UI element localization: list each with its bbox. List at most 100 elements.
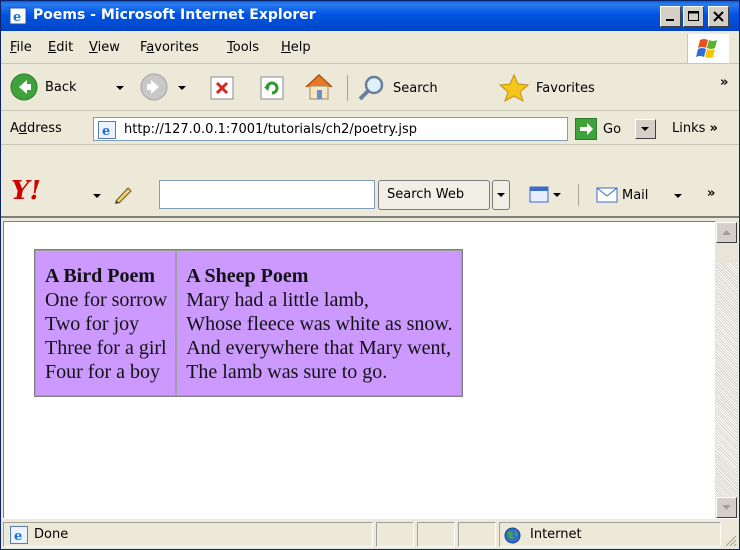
page-done-icon: e (10, 526, 28, 548)
refresh-button[interactable] (259, 75, 285, 101)
close-button[interactable] (708, 6, 729, 27)
sheep-poem-cell: A Sheep Poem Mary had a little lamb, Who… (176, 250, 462, 396)
page-content: A Bird Poem One for sorrow Two for joy T… (3, 221, 715, 518)
scroll-track[interactable] (716, 263, 737, 497)
links-overflow: » (709, 121, 718, 136)
forward-history-dropdown[interactable] (178, 86, 186, 90)
windows-flag-icon (687, 34, 729, 63)
mail-label: Mail (622, 187, 649, 203)
yahoo-menu-dropdown[interactable] (93, 194, 101, 198)
address-field[interactable]: e http://127.0.0.1:7001/tutorials/ch2/po… (93, 117, 656, 143)
forward-arrow-icon (140, 73, 168, 101)
toolbar-overflow-chevron[interactable]: » (720, 75, 728, 90)
highlight-icon[interactable] (529, 186, 563, 208)
vertical-scrollbar[interactable] (715, 221, 738, 518)
menu-bar: File Edit View Favorites Tools Help (1, 31, 739, 64)
globe-icon (504, 527, 521, 548)
status-bar: e Done Internet (1, 518, 739, 549)
scroll-up-button[interactable] (716, 222, 737, 243)
back-arrow-icon (10, 73, 38, 101)
status-text: Done (34, 527, 69, 542)
favorites-label: Favorites (536, 80, 595, 96)
back-label: Back (45, 79, 77, 95)
zone-label: Internet (530, 527, 582, 542)
poem-line: Three for a girl (45, 337, 167, 359)
forward-button[interactable] (139, 72, 169, 102)
chevron-down-icon (497, 193, 505, 197)
poem-line: Whose fleece was white as snow. (186, 313, 453, 335)
menu-help[interactable]: Help (281, 40, 311, 55)
address-dropdown-button[interactable] (635, 119, 656, 139)
mail-dropdown[interactable] (674, 194, 682, 198)
back-history-dropdown[interactable] (116, 86, 124, 90)
status-panel (417, 522, 455, 547)
svg-text:e: e (13, 10, 21, 25)
yahoo-separator (578, 184, 579, 206)
bird-poem-cell: A Bird Poem One for sorrow Two for joy T… (35, 250, 177, 396)
svg-text:e: e (102, 124, 110, 139)
up-arrow-icon (722, 230, 731, 235)
links-label: Links (672, 121, 706, 136)
poem-title: A Sheep Poem (186, 265, 309, 287)
yahoo-overflow-chevron[interactable]: » (707, 186, 715, 201)
address-bar: Address e http://127.0.0.1:7001/tutorial… (1, 112, 739, 145)
status-panel (458, 522, 496, 547)
go-button[interactable]: Go (575, 118, 621, 140)
window-title: Poems - Microsoft Internet Explorer (33, 7, 316, 23)
menu-view[interactable]: View (89, 40, 120, 55)
search-icon (358, 75, 384, 101)
favorites-button[interactable]: Favorites (498, 73, 595, 103)
minimize-button[interactable] (660, 6, 681, 27)
stop-icon (210, 76, 234, 100)
poem-line: One for sorrow (45, 289, 168, 311)
search-web-button[interactable]: Search Web (378, 180, 490, 210)
status-panel (376, 522, 414, 547)
back-button[interactable]: Back (9, 72, 77, 102)
poem-line: Four for a boy (45, 361, 160, 383)
stop-button[interactable] (209, 75, 235, 101)
menu-tools[interactable]: Tools (227, 40, 259, 55)
search-label: Search (393, 80, 438, 96)
pencil-icon[interactable] (113, 184, 137, 208)
down-arrow-icon (722, 505, 731, 510)
address-label: Address (10, 121, 62, 136)
favorites-star-icon (498, 73, 530, 103)
home-icon (305, 73, 333, 100)
poem-line: The lamb was sure to go. (186, 361, 388, 383)
go-label: Go (603, 121, 622, 137)
resize-grip-icon[interactable] (723, 533, 737, 547)
menu-file[interactable]: File (10, 40, 32, 55)
search-button[interactable]: Search (357, 73, 438, 103)
toolbar-separator (347, 75, 348, 101)
yahoo-mail-button[interactable]: Mail (596, 187, 648, 203)
poem-line: Two for joy (45, 313, 140, 335)
search-web-dropdown[interactable] (492, 180, 510, 210)
table-row: A Bird Poem One for sorrow Two for joy T… (35, 250, 462, 396)
address-url: http://127.0.0.1:7001/tutorials/ch2/poet… (124, 122, 418, 137)
browser-window: e Poems - Microsoft Internet Explorer Fi… (0, 0, 740, 550)
chevron-down-icon (641, 127, 649, 131)
poem-line: And everywhere that Mary went, (186, 337, 452, 359)
ie-logo-icon: e (9, 7, 27, 25)
home-button[interactable] (303, 72, 335, 102)
poem-line: Mary had a little lamb, (186, 289, 369, 311)
yahoo-search-input[interactable] (159, 180, 375, 209)
zone-cell: Internet (499, 522, 721, 547)
yahoo-logo[interactable]: Y! (11, 176, 41, 206)
links-button[interactable]: Links » (672, 121, 718, 136)
status-text-cell: e Done (3, 522, 373, 547)
poems-table: A Bird Poem One for sorrow Two for joy T… (34, 249, 463, 397)
standard-toolbar: Back Search Favorites » (1, 65, 739, 111)
poem-title: A Bird Poem (45, 265, 155, 287)
yahoo-toolbar: Y! Search Web Mail » (1, 146, 739, 218)
mail-envelope-icon (596, 187, 618, 203)
menu-edit[interactable]: Edit (48, 40, 73, 55)
refresh-icon (260, 76, 284, 100)
go-arrow-icon (575, 118, 597, 140)
page-ie-icon: e (98, 121, 116, 143)
svg-text:e: e (14, 529, 22, 544)
maximize-button[interactable] (683, 6, 704, 27)
menu-favorites[interactable]: Favorites (140, 40, 199, 55)
scroll-down-button[interactable] (716, 497, 737, 518)
title-bar[interactable]: e Poems - Microsoft Internet Explorer (1, 1, 739, 31)
